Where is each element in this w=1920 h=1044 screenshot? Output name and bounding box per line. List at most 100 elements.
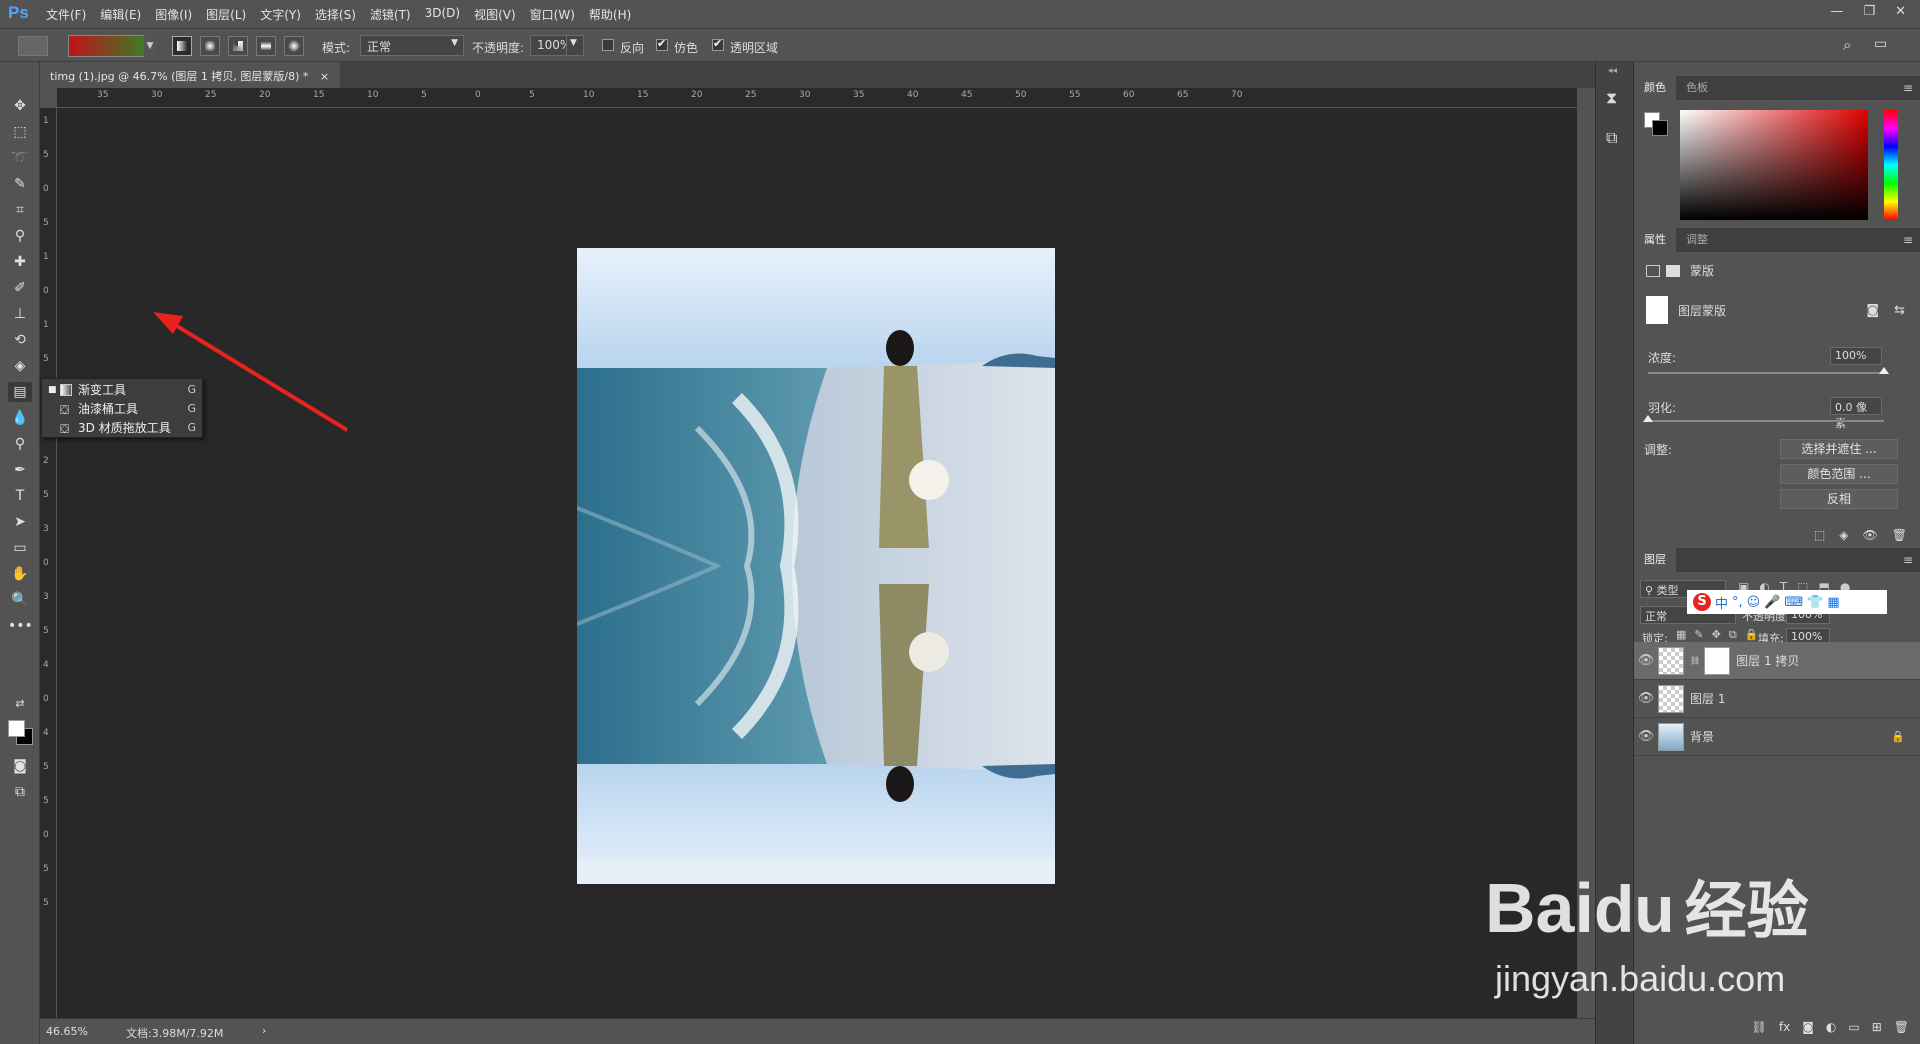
workspace-icon[interactable]: ▭ [1874,36,1887,52]
invert-button[interactable]: 反相 [1780,489,1898,509]
layer-mask-thumbnail[interactable] [1704,646,1731,675]
minimize-button[interactable]: — [1830,4,1843,19]
eye-icon[interactable]: 👁 [1634,691,1658,706]
collapse-icon[interactable]: ◂◂ [1608,66,1617,76]
ime-voice-icon[interactable]: 🎤 [1764,595,1780,610]
hand-tool-icon[interactable]: ✋ [8,564,32,584]
tab-properties[interactable]: 属性 [1634,228,1676,252]
reverse-checkbox[interactable] [602,39,614,51]
menu-help[interactable]: 帮助(H) [589,6,631,23]
brush-tool-icon[interactable]: ✐ [8,278,32,298]
angle-gradient-button[interactable] [228,36,248,56]
screen-mode-icon[interactable]: ⧉ [8,782,32,802]
hue-slider[interactable] [1884,110,1898,220]
pen-tool-icon[interactable]: ✒ [8,460,32,480]
panel-menu-icon[interactable]: ≡ [1903,553,1913,567]
properties-panel-icon[interactable]: ⧉ [1606,128,1617,148]
restore-button[interactable]: ❐ [1863,4,1875,19]
feather-slider-knob[interactable] [1643,415,1653,422]
select-mask-icon[interactable]: ◙ [1866,303,1879,318]
close-button[interactable]: ✕ [1895,4,1906,19]
select-and-mask-button[interactable]: 选择并遮住 ... [1780,439,1898,459]
foreground-color-swatch[interactable] [8,720,25,737]
history-panel-icon[interactable]: ⧗ [1606,88,1617,108]
type-tool-icon[interactable]: T [8,486,32,506]
ime-keyboard-icon[interactable]: ⌨ [1784,595,1803,610]
layer-row[interactable]: 👁 ⛓ 图层 1 拷贝 [1634,642,1920,680]
document-tab[interactable]: timg (1).jpg @ 46.7% (图层 1 拷贝, 图层蒙版/8) *… [40,62,340,88]
reflected-gradient-button[interactable] [256,36,276,56]
menu-image[interactable]: 图像(I) [155,6,192,23]
chevron-down-icon[interactable]: ▼ [144,35,156,57]
ime-skin-icon[interactable]: 👕 [1807,595,1823,610]
menu-window[interactable]: 窗口(W) [530,6,575,23]
dodge-tool-icon[interactable]: ⚲ [8,434,32,454]
search-icon[interactable]: ⌕ [1843,36,1851,54]
vector-mask-icon[interactable] [1666,264,1680,277]
layer-row[interactable]: 👁 图层 1 [1634,680,1920,718]
menu-edit[interactable]: 编辑(E) [100,6,141,23]
flyout-item-3d-material[interactable]: ⛋ 3D 材质拖放工具 G [42,418,204,437]
lasso-tool-icon[interactable]: ➰ [8,148,32,168]
crop-tool-icon[interactable]: ⌗ [8,200,32,220]
layer-row[interactable]: 👁 背景 🔒 [1634,718,1920,756]
apply-mask-icon[interactable]: ◈ [1839,528,1848,542]
eye-icon[interactable]: 👁 [1634,653,1658,668]
lock-transparent-icon[interactable]: ▦ [1676,628,1686,642]
mode-select[interactable]: 正常 ▼ [360,35,464,56]
eraser-tool-icon[interactable]: ◈ [8,356,32,376]
menu-file[interactable]: 文件(F) [46,6,86,23]
ime-emoji-icon[interactable]: ☺ [1747,595,1761,610]
radial-gradient-button[interactable] [200,36,220,56]
rectangle-tool-icon[interactable]: ▭ [8,538,32,558]
menu-layer[interactable]: 图层(L) [206,6,246,23]
quick-mask-icon[interactable]: ◙ [8,756,32,776]
close-icon[interactable]: × [320,70,329,83]
ime-chinese-mode[interactable]: 中 [1715,593,1728,612]
panel-menu-icon[interactable]: ≡ [1903,81,1913,95]
history-brush-tool-icon[interactable]: ⟲ [8,330,32,350]
tab-swatches[interactable]: 色板 [1676,76,1718,100]
ime-punctuation[interactable]: °, [1732,595,1743,610]
eye-icon[interactable]: 👁 [1634,729,1658,744]
clone-stamp-tool-icon[interactable]: ⊥ [8,304,32,324]
menu-select[interactable]: 选择(S) [315,6,356,23]
menu-filter[interactable]: 滤镜(T) [370,6,411,23]
tab-layers[interactable]: 图层 [1634,548,1676,572]
feather-slider[interactable] [1643,415,1884,422]
healing-brush-tool-icon[interactable]: ✚ [8,252,32,272]
lock-position-icon[interactable]: ✥ [1712,628,1721,642]
swap-colors-icon[interactable]: ⇄ [8,694,32,714]
more-tools-icon[interactable]: ••• [8,616,33,636]
delete-mask-icon[interactable]: 🗑 [1892,528,1907,542]
zoom-level[interactable]: 46.65% [46,1025,88,1038]
load-selection-icon[interactable]: ⬚ [1814,528,1825,542]
lock-pixels-icon[interactable]: ✎ [1694,628,1703,642]
density-slider[interactable] [1648,367,1889,374]
zoom-tool-icon[interactable]: 🔍 [8,590,32,610]
canvas-area[interactable] [57,108,1577,1018]
lock-artboard-icon[interactable]: ⧉ [1729,628,1737,642]
eyedropper-tool-icon[interactable]: ⚲ [8,226,32,246]
flyout-item-paint-bucket[interactable]: ⛋ 油漆桶工具 G [42,399,204,418]
link-mask-icon[interactable]: ⇆ [1894,303,1905,318]
color-range-button[interactable]: 颜色范围 ... [1780,464,1898,484]
gradient-swatch[interactable] [68,35,156,57]
move-tool-icon[interactable]: ✥ [8,96,32,116]
blur-tool-icon[interactable]: 💧 [8,408,32,428]
pixel-mask-icon[interactable] [1646,264,1660,277]
density-input[interactable]: 100% [1830,347,1882,365]
tab-adjustments[interactable]: 调整 [1676,228,1718,252]
flyout-item-gradient[interactable]: ■ 渐变工具 G [42,380,204,399]
density-slider-knob[interactable] [1879,367,1889,374]
linear-gradient-button[interactable] [172,36,192,56]
toggle-mask-icon[interactable]: 👁 [1863,528,1878,542]
feather-input[interactable]: 0.0 像素 [1830,397,1882,430]
marquee-tool-icon[interactable]: ⬚ [8,122,32,142]
menu-3d[interactable]: 3D(D) [425,6,460,23]
ime-tools-icon[interactable]: ▦ [1827,595,1839,610]
background-swatch-small[interactable] [1652,120,1668,136]
path-selection-tool-icon[interactable]: ➤ [8,512,32,532]
menu-type[interactable]: 文字(Y) [260,6,301,23]
menu-view[interactable]: 视图(V) [474,6,516,23]
